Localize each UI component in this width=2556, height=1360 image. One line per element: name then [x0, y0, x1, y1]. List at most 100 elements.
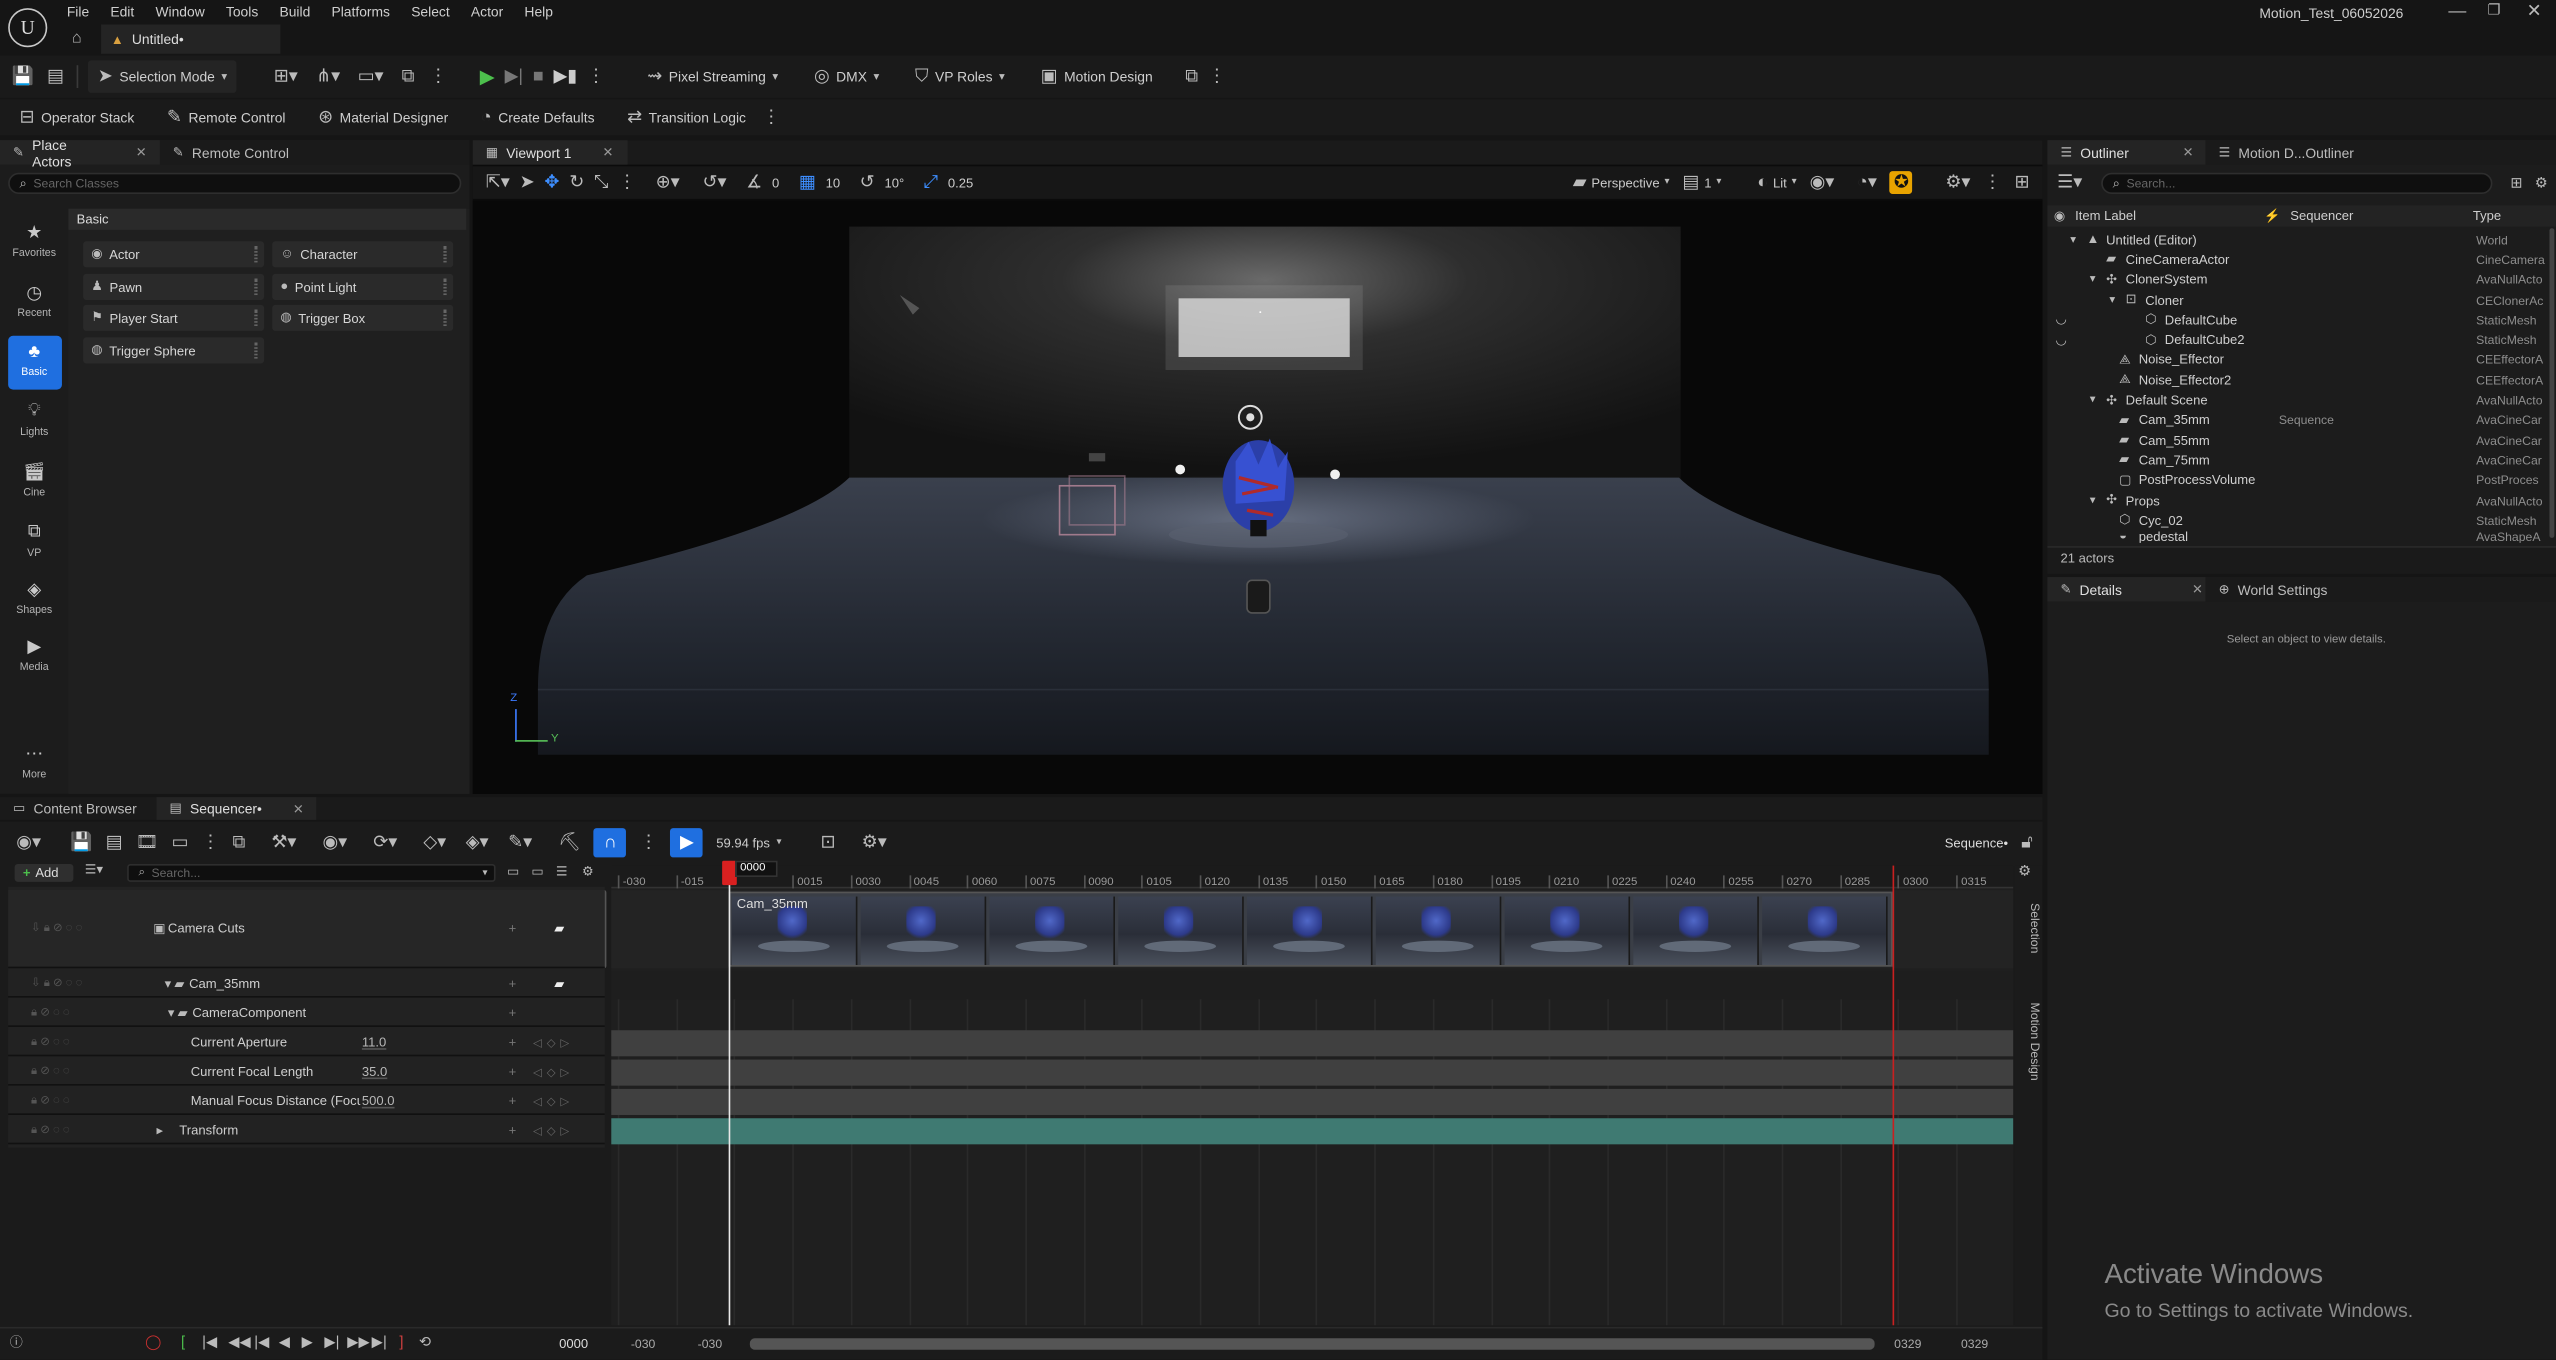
add-track-icon[interactable]: +	[509, 1064, 517, 1079]
end-marker-line[interactable]	[1892, 865, 1895, 1326]
collapse-icon[interactable]: ▭	[507, 865, 519, 879]
drag-handle[interactable]	[254, 246, 258, 263]
tab-content-browser[interactable]: ▭ Content Browser	[0, 797, 156, 820]
category-favorites[interactable]: ★ Favorites	[5, 222, 64, 259]
add-track-icon[interactable]: +	[509, 1035, 517, 1050]
dmx-dropdown[interactable]: ◎ DMX ▾	[807, 60, 885, 93]
add-actor-icon[interactable]: ⊞▾	[270, 67, 303, 86]
prev-frame-icon[interactable]: |◀	[254, 1334, 269, 1350]
hidden-eye-icon[interactable]: ◡	[2056, 313, 2067, 327]
key-tools-icon[interactable]: ⚒▾	[271, 833, 296, 852]
menu-select[interactable]: Select	[411, 3, 450, 19]
keyframe-nav-icon[interactable]: ◁◇▷	[533, 1065, 574, 1078]
keyframe-nav-icon[interactable]: ◁◇▷	[533, 1036, 574, 1049]
key-type-icon[interactable]: ◇▾	[423, 833, 446, 852]
transform-lane[interactable]	[611, 1118, 2014, 1145]
auto-key-icon[interactable]: ◈▾	[466, 833, 489, 852]
world-space-icon[interactable]: ⊕▾	[656, 173, 680, 192]
column-sequencer[interactable]: Sequencer	[2290, 209, 2353, 224]
close-icon[interactable]: ✕	[2527, 2, 2542, 21]
expand-arrow-icon[interactable]: ▾	[2090, 495, 2096, 506]
filter-icon[interactable]: ☰▾	[85, 863, 103, 877]
viewport-menu-icon[interactable]: ⇱▾	[486, 173, 510, 192]
sequencer-track-row[interactable]: 🔒︎ ⊘ ◌ ◌ Manual Focus Distance (Focu 500.0…	[8, 1088, 605, 1115]
more-options-icon[interactable]: ⋮	[587, 67, 605, 86]
section-header-basic[interactable]: Basic	[68, 208, 467, 230]
prev-key-icon[interactable]: ◀◀	[228, 1334, 251, 1350]
reverse-play-icon[interactable]: ◀	[279, 1334, 290, 1350]
rotation-snap-value[interactable]: 10°	[884, 175, 904, 190]
expand-arrow-icon[interactable]: ▾	[168, 1006, 175, 1020]
snap-frames-icon[interactable]: ▶	[670, 828, 704, 858]
outliner-row[interactable]: ▰ Cam_55mm AvaCineCar	[2047, 430, 2556, 450]
outliner-row[interactable]: ⟁ Noise_Effector CEEffectorA	[2047, 350, 2556, 370]
drag-handle[interactable]	[254, 342, 258, 359]
hidden-eye-icon[interactable]: ◡	[2056, 333, 2067, 347]
expand-arrow-icon[interactable]: ▾	[2090, 274, 2096, 285]
grid-snap-icon[interactable]: ▦	[799, 173, 816, 192]
rotate-tool-icon[interactable]: ↻	[569, 173, 584, 192]
angle-snap-value[interactable]: 0	[772, 175, 779, 190]
expand-arrow-icon[interactable]: ▾	[165, 976, 172, 990]
play-forward-icon[interactable]: ▶	[302, 1334, 313, 1350]
snapshot-icon[interactable]: ⧉	[397, 67, 420, 86]
outliner-row[interactable]: ▾ ✣ Props AvaNullActo	[2047, 490, 2556, 510]
sequencer-track-row[interactable]: 🔒︎ ⊘ ◌ ◌ Current Aperture 11.0 + ◁◇▷	[8, 1030, 605, 1057]
add-track-icon[interactable]: +	[509, 1006, 517, 1021]
track-lock-toggles[interactable]: 🔒︎ ⊘ ◌ ◌	[31, 1030, 70, 1054]
sequencer-track-row[interactable]: 🔒︎ ⊘ ◌ ◌ ▸ Transform + ◁◇▷	[8, 1118, 605, 1145]
sequencer-track-row[interactable]: 🔒︎ ⊘ ◌ ◌ ▾ ▰ CameraComponent +	[8, 1000, 605, 1027]
scale-snap-icon[interactable]: ⤢	[924, 173, 938, 192]
actor-item-character[interactable]: ☺ Character	[272, 241, 454, 268]
drag-handle[interactable]	[254, 309, 258, 327]
track-lock-toggles[interactable]: 🔒︎ ⊘ ◌ ◌	[31, 1089, 70, 1113]
layout-dropdown[interactable]: ▤ 1 ▾	[1682, 173, 1721, 192]
category-vp[interactable]: ⧉ VP	[5, 522, 64, 559]
play-range-start[interactable]: -030	[698, 1337, 722, 1352]
more-options-icon[interactable]: ⋮	[640, 833, 658, 852]
close-tab-icon[interactable]: ✕	[2192, 582, 2203, 597]
category-recent[interactable]: ◷ Recent	[5, 282, 64, 320]
expand-arrow-icon[interactable]: ▾	[2109, 294, 2115, 305]
performance-icon[interactable]: ◔▾	[1857, 173, 1877, 192]
track-value[interactable]: 11.0	[362, 1035, 386, 1050]
outliner-row[interactable]: ▾ ▲ Untitled (Editor) World	[2047, 230, 2556, 250]
outliner-row[interactable]: ⬡ Cyc_02 StaticMesh	[2047, 511, 2556, 531]
visibility-eye-icon[interactable]: ◉	[2054, 209, 2065, 222]
more-options-icon[interactable]: ⋮	[429, 67, 447, 86]
curve-editor-icon[interactable]: ⧉	[232, 833, 245, 852]
drag-handle[interactable]	[254, 278, 258, 296]
expand-arrow-icon[interactable]: ▸	[156, 1123, 163, 1137]
expand-arrow-icon[interactable]: ▾	[2070, 234, 2076, 245]
snap-magnet-icon[interactable]: ∩	[594, 828, 627, 858]
actor-item-actor[interactable]: ◉ Actor	[83, 241, 265, 268]
record-icon[interactable]: ◯	[145, 1334, 161, 1350]
save-icon[interactable]: 💾	[11, 67, 34, 86]
operator-stack-button[interactable]: ⊟ Operator Stack	[13, 101, 141, 134]
sequencer-track-row[interactable]: ⇩ 🔒︎ ⊘ ◌ ◌ ▣ Camera Cuts + ▰	[8, 890, 605, 969]
outliner-row[interactable]: ◡ ⬡ DefaultCube StaticMesh	[2047, 310, 2556, 330]
transition-logic-button[interactable]: ⇄ Transition Logic	[621, 101, 753, 134]
focal-length-lane[interactable]	[611, 1059, 2014, 1086]
home-icon[interactable]: ⌂	[72, 30, 82, 47]
tab-sequencer[interactable]: ▤ Sequencer• ✕	[156, 797, 317, 820]
view-range-start[interactable]: -030	[631, 1337, 655, 1352]
category-lights[interactable]: 💡︎ Lights	[5, 401, 64, 438]
sequencer-track-row[interactable]: 🔒︎ ⊘ ◌ ◌ Current Focal Length 35.0 + ◁◇▷	[8, 1059, 605, 1086]
outliner-row[interactable]: ▾ ✣ ClonerSystem AvaNullActo	[2047, 270, 2556, 290]
jump-end-icon[interactable]: ▶|	[372, 1334, 387, 1350]
rotation-snap-icon[interactable]: ↺	[860, 173, 875, 192]
menu-window[interactable]: Window	[155, 3, 204, 19]
outliner-row[interactable]: ⟁ Noise_Effector2 CEEffectorA	[2047, 370, 2556, 390]
lock-icon[interactable]: 🔓︎	[2021, 833, 2033, 852]
launch-icon[interactable]: ▶▮	[553, 67, 577, 86]
add-track-icon[interactable]: +	[509, 1094, 517, 1109]
camera-lock-icon[interactable]: ▰	[554, 921, 564, 935]
close-tab-icon[interactable]: ✕	[2183, 145, 2194, 160]
content-icon[interactable]: ▤	[44, 67, 67, 86]
sequencer-track-row[interactable]: ⇩ 🔒︎ ⊘ ◌ ◌ ▾ ▰ Cam_35mm + ▰	[8, 971, 605, 998]
menu-tools[interactable]: Tools	[226, 3, 258, 19]
angle-snap-icon[interactable]: ∡	[746, 173, 762, 192]
drag-handle[interactable]	[443, 278, 447, 296]
drag-handle[interactable]	[443, 309, 447, 327]
